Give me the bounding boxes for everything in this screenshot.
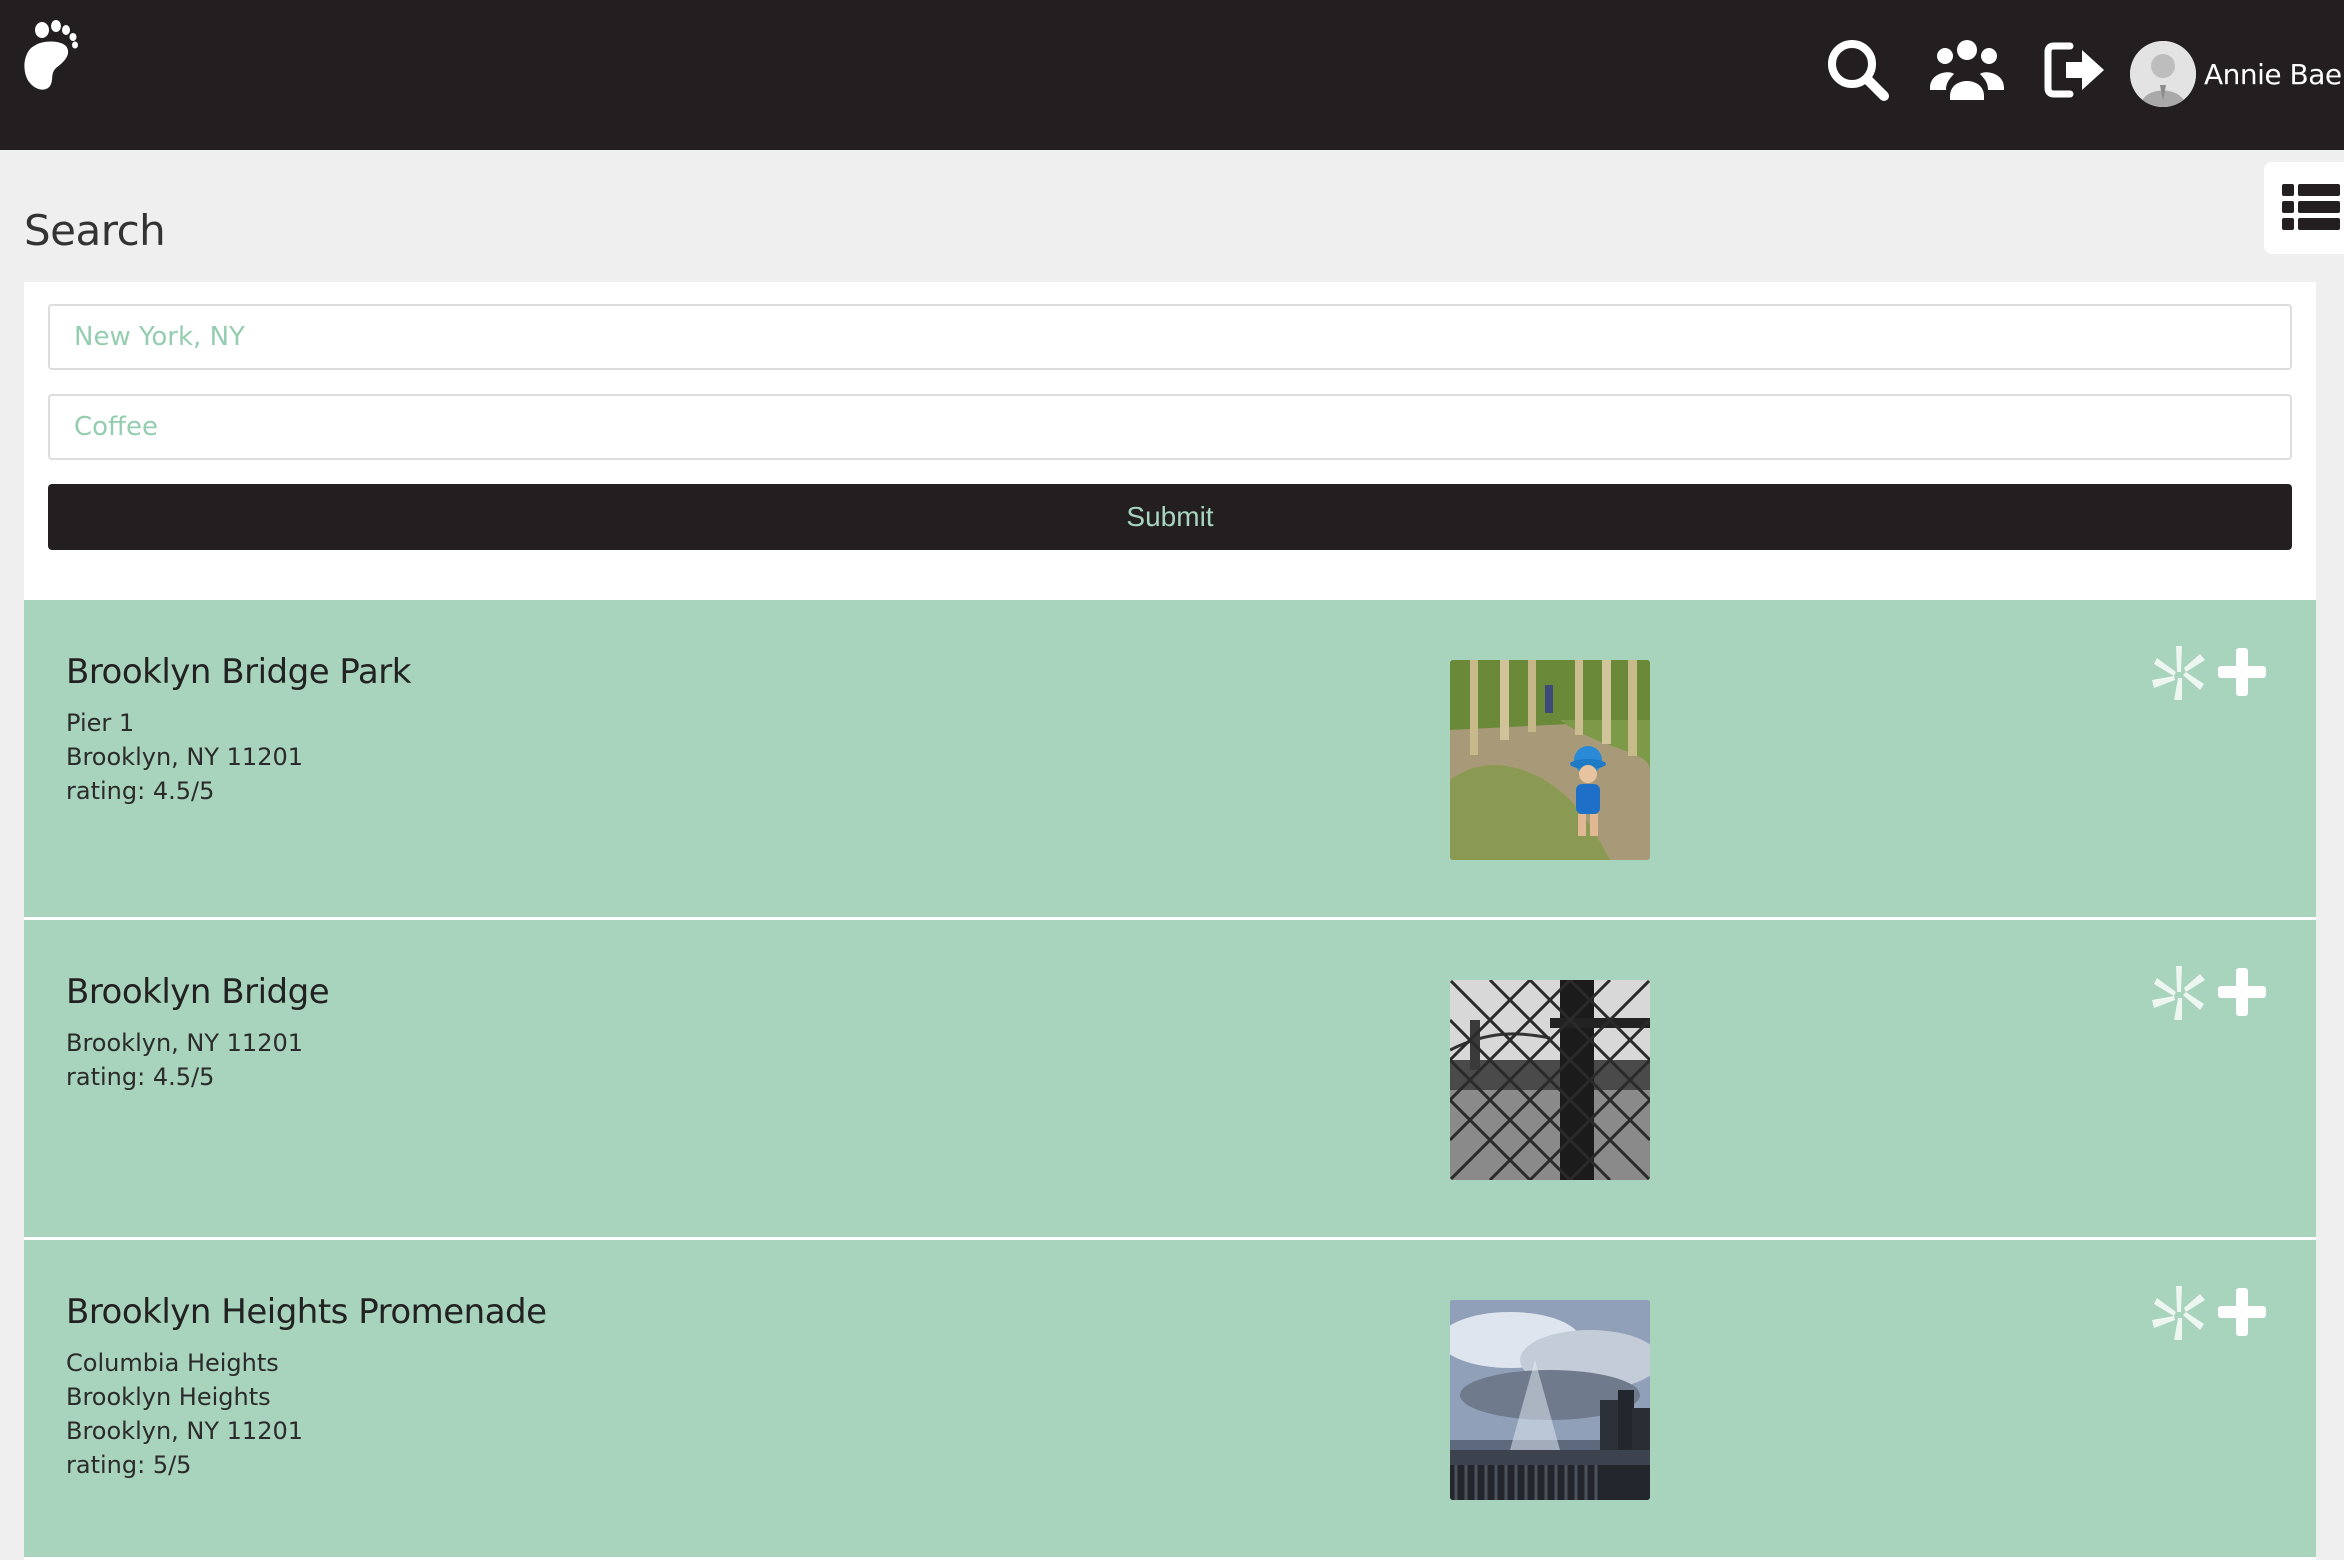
- add-icon[interactable]: [2214, 964, 2270, 1020]
- search-term-input[interactable]: [48, 394, 2292, 460]
- result-card[interactable]: Brooklyn Bridge Park Pier 1 Brooklyn, NY…: [24, 600, 2316, 920]
- search-icon[interactable]: [1822, 34, 1894, 106]
- result-name[interactable]: Brooklyn Heights Promenade: [66, 1292, 547, 1332]
- address-line: Brooklyn, NY 11201: [66, 1417, 303, 1445]
- yelp-icon[interactable]: [2148, 962, 2210, 1024]
- address-line: Brooklyn, NY 11201: [66, 743, 303, 771]
- bridge-photo[interactable]: [1450, 980, 1650, 1180]
- result-address: Pier 1 Brooklyn, NY 11201 rating: 4.5/5: [66, 706, 303, 808]
- address-line: Brooklyn Heights: [66, 1383, 271, 1411]
- avatar: [2130, 41, 2196, 107]
- logout-icon[interactable]: [2040, 34, 2112, 106]
- location-input[interactable]: [48, 304, 2292, 370]
- search-form: Submit: [24, 282, 2316, 602]
- address-line: Columbia Heights: [66, 1349, 279, 1377]
- park-photo[interactable]: [1450, 660, 1650, 860]
- result-rating: rating: 4.5/5: [66, 1063, 215, 1091]
- submit-button[interactable]: Submit: [48, 484, 2292, 550]
- result-card[interactable]: Brooklyn Heights Promenade Columbia Heig…: [24, 1240, 2316, 1560]
- top-navbar: Annie Bae: [0, 0, 2344, 150]
- page-title: Search: [24, 206, 166, 255]
- user-profile-menu[interactable]: Annie Bae: [2130, 40, 2342, 108]
- result-rating: rating: 4.5/5: [66, 777, 215, 805]
- friends-icon[interactable]: [1928, 34, 2006, 106]
- yelp-icon[interactable]: [2148, 1282, 2210, 1344]
- skyline-photo[interactable]: [1450, 1300, 1650, 1500]
- user-name: Annie Bae: [2204, 57, 2342, 91]
- add-icon[interactable]: [2214, 1284, 2270, 1340]
- add-icon[interactable]: [2214, 644, 2270, 700]
- result-address: Columbia Heights Brooklyn Heights Brookl…: [66, 1346, 303, 1482]
- result-card[interactable]: Brooklyn Bridge Brooklyn, NY 11201 ratin…: [24, 920, 2316, 1240]
- result-name[interactable]: Brooklyn Bridge Park: [66, 652, 411, 692]
- address-line: Brooklyn, NY 11201: [66, 1029, 303, 1057]
- result-rating: rating: 5/5: [66, 1451, 192, 1479]
- yelp-icon[interactable]: [2148, 642, 2210, 704]
- results-list: Brooklyn Bridge Park Pier 1 Brooklyn, NY…: [24, 600, 2316, 1560]
- address-line: Pier 1: [66, 709, 135, 737]
- footprint-logo-icon[interactable]: [20, 18, 80, 92]
- list-view-icon[interactable]: [2264, 162, 2344, 254]
- result-name[interactable]: Brooklyn Bridge: [66, 972, 330, 1012]
- result-address: Brooklyn, NY 11201 rating: 4.5/5: [66, 1026, 303, 1094]
